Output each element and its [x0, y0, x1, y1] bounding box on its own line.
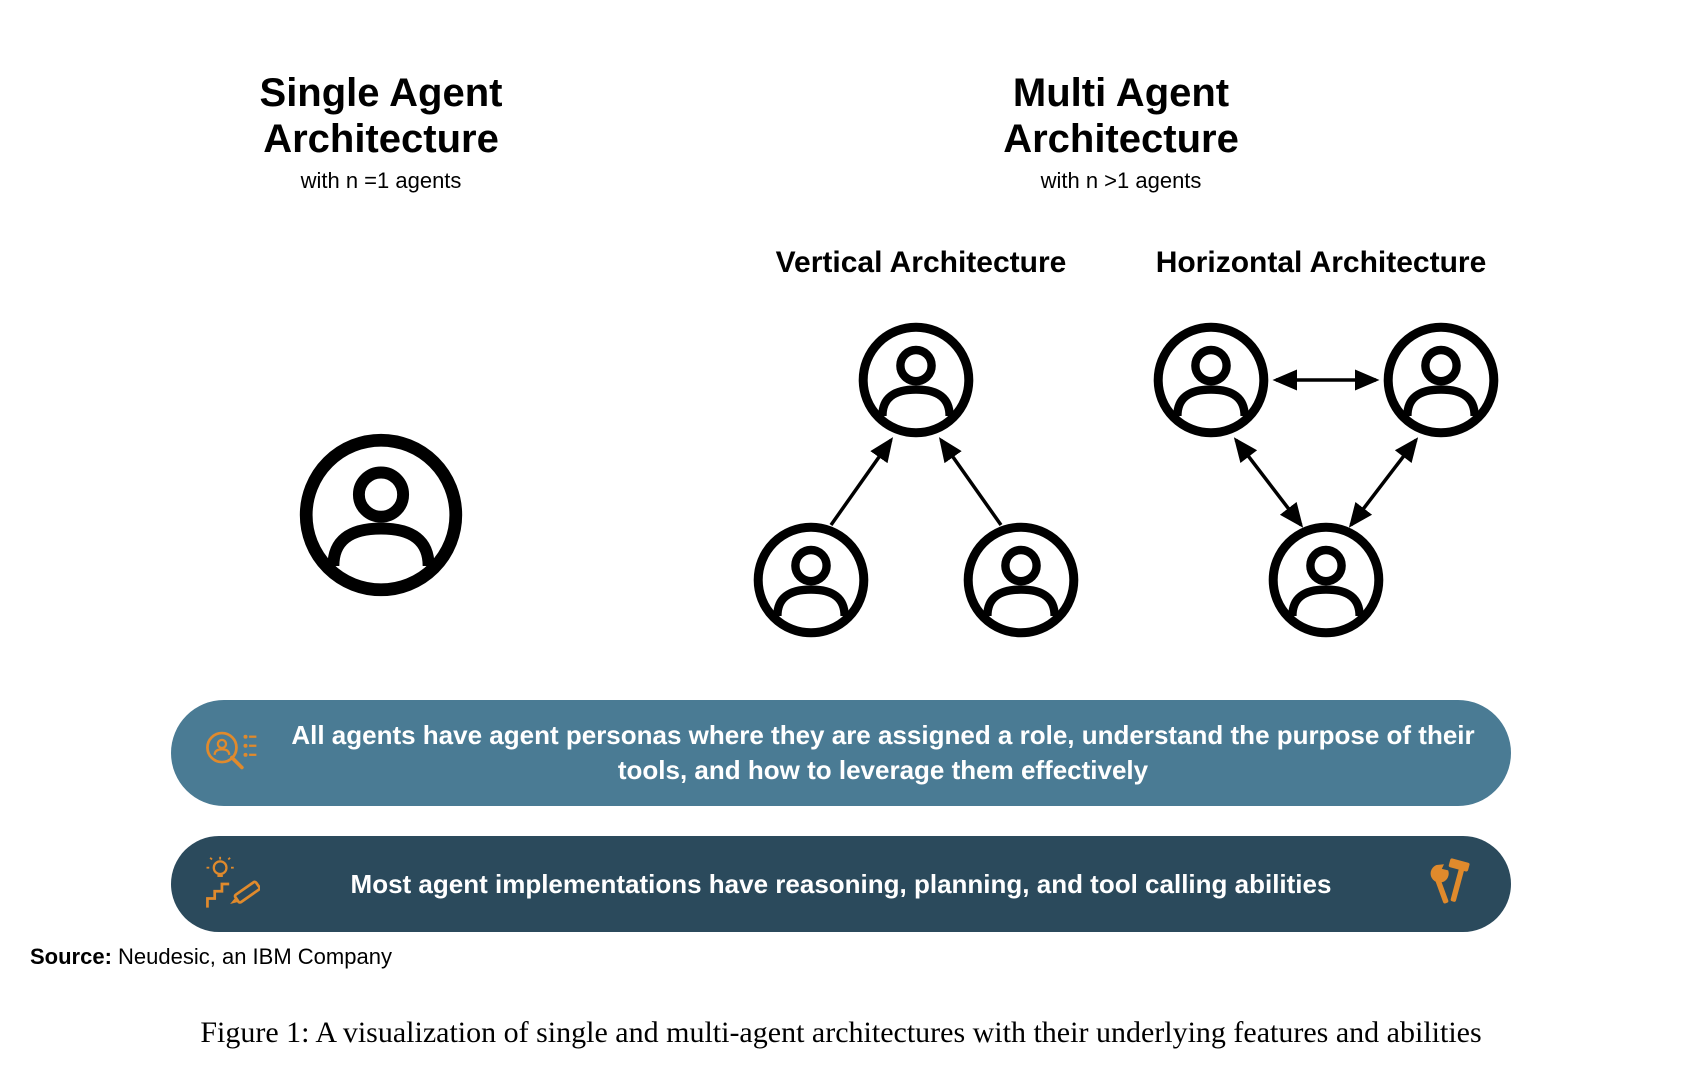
- multi-agent-diagram: [731, 320, 1511, 650]
- title-line: Single Agent: [260, 71, 503, 115]
- horizontal-architecture-diagram: [1141, 320, 1511, 650]
- idea-plan-icon: [201, 854, 261, 914]
- title-line: Architecture: [1003, 117, 1239, 161]
- single-agent-title: Single Agent Architecture: [171, 70, 591, 162]
- persona-search-icon: [201, 723, 261, 783]
- arrows: [731, 320, 1101, 650]
- horizontal-architecture-label: Horizontal Architecture: [1141, 246, 1501, 280]
- agent-icon: [296, 430, 466, 600]
- arrows: [1141, 320, 1511, 650]
- figure-caption: Figure 1: A visualization of single and …: [0, 1016, 1682, 1050]
- source-attribution: Source: Neudesic, an IBM Company: [30, 944, 392, 970]
- figure-container: Single Agent Architecture with n =1 agen…: [0, 0, 1682, 1090]
- title-line: Multi Agent: [1013, 71, 1229, 115]
- banners: All agents have agent personas where the…: [171, 700, 1511, 932]
- multi-agent-column: Multi Agent Architecture with n >1 agent…: [731, 70, 1511, 280]
- source-value: Neudesic, an IBM Company: [112, 944, 392, 969]
- vertical-architecture-diagram: [731, 320, 1101, 650]
- vertical-architecture-label: Vertical Architecture: [741, 246, 1101, 280]
- multi-subheaders: Vertical Architecture Horizontal Archite…: [731, 246, 1511, 280]
- diagram-row: [40, 320, 1642, 650]
- source-label: Source:: [30, 944, 112, 969]
- single-agent-subtitle: with n =1 agents: [171, 168, 591, 194]
- single-agent-diagram: [171, 320, 591, 650]
- single-agent-column: Single Agent Architecture with n =1 agen…: [171, 70, 591, 280]
- title-line: Architecture: [263, 117, 499, 161]
- abilities-banner-text: Most agent implementations have reasonin…: [285, 867, 1397, 902]
- multi-agent-title: Multi Agent Architecture: [731, 70, 1511, 162]
- persona-banner: All agents have agent personas where the…: [171, 700, 1511, 806]
- abilities-banner: Most agent implementations have reasonin…: [171, 836, 1511, 932]
- tools-icon: [1421, 854, 1481, 914]
- multi-agent-subtitle: with n >1 agents: [731, 168, 1511, 194]
- persona-banner-text: All agents have agent personas where the…: [285, 718, 1481, 788]
- titles-row: Single Agent Architecture with n =1 agen…: [40, 70, 1642, 280]
